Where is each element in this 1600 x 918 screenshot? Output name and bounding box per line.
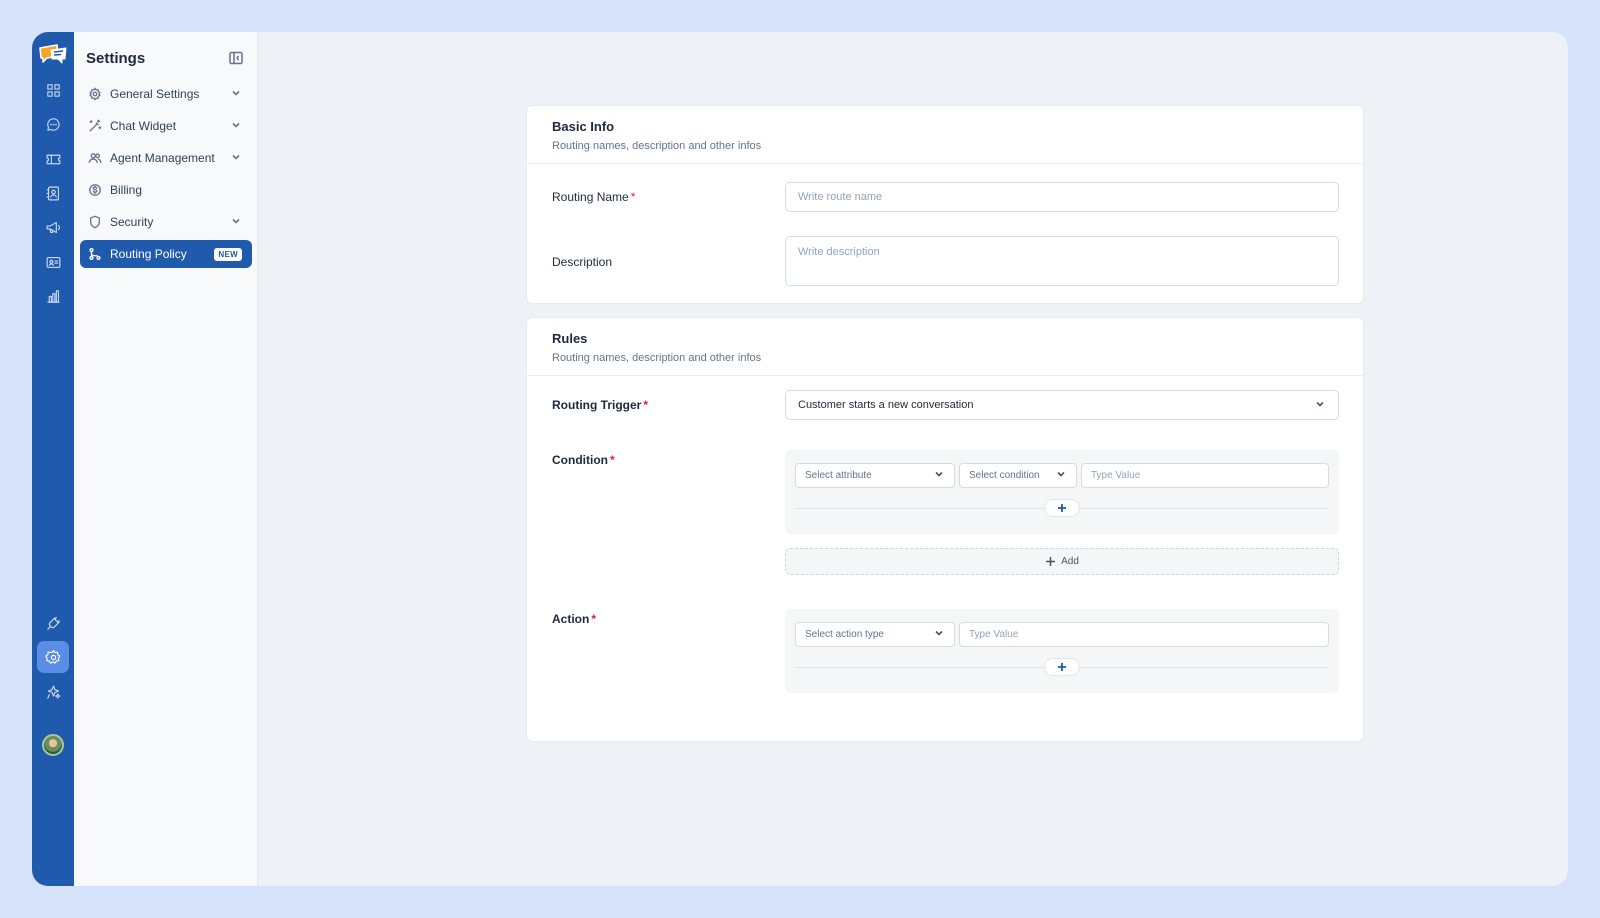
sidebar-item-label: General Settings [110,87,200,101]
select-value: Customer starts a new conversation [798,399,974,411]
label-text: Action [552,612,590,626]
dollar-icon [88,183,102,197]
sidebar-item-label: Routing Policy [110,247,187,261]
sidebar-item-label: Billing [110,183,143,197]
chevron-down-icon [1055,468,1067,483]
ticket-icon[interactable] [37,143,69,175]
sidebar-item-general-settings[interactable]: General Settings [80,80,252,108]
routing-trigger-select[interactable]: Customer starts a new conversation [785,390,1339,420]
card-title: Rules [552,331,588,346]
select-condition[interactable]: Select condition [959,463,1077,488]
avatar[interactable] [42,734,64,756]
basic-info-header: Basic Info Routing names, description an… [527,106,1363,164]
sidebar-item-agent-management[interactable]: Agent Management [80,144,252,172]
rules-card: Rules Routing names, description and oth… [526,317,1364,742]
card-subtitle: Routing names, description and other inf… [552,352,762,364]
dashboard-icon[interactable] [37,74,69,106]
logo-icon[interactable] [37,42,69,66]
routing-trigger-label: Routing Trigger * [552,398,648,412]
routing-name-input[interactable] [785,182,1339,212]
sidebar-item-chat-widget[interactable]: Chat Widget [80,112,252,140]
plus-icon [1058,504,1066,512]
chevron-down-icon [230,151,242,166]
inbox-icon[interactable] [37,246,69,278]
routing-name-label: Routing Name * [552,190,635,204]
chevron-down-icon [1314,398,1326,413]
required-marker: * [643,398,648,412]
sidebar-title: Settings [86,50,146,67]
sidebar-item-label: Security [110,215,154,229]
label-text: Routing Trigger [552,398,642,412]
sparkle-icon[interactable] [37,676,69,708]
route-icon [88,247,102,261]
condition-value-input[interactable] [1081,463,1329,488]
users-icon [88,151,102,165]
chevron-down-icon [230,87,242,102]
sidebar-item-label: Chat Widget [110,119,177,133]
app-window: Settings General Settings Chat Widget Ag… [32,32,1568,886]
chevron-down-icon [933,627,945,642]
action-group: Select action type [785,609,1339,693]
condition-label: Condition * [552,453,615,467]
description-label: Description [552,255,613,269]
label-text: Routing Name [552,190,629,204]
condition-group: Select attribute Select condition [785,450,1339,534]
add-condition-row-button[interactable] [1044,499,1080,517]
chevron-down-icon [230,215,242,230]
analytics-icon[interactable] [37,280,69,312]
basic-info-card: Basic Info Routing names, description an… [526,105,1364,304]
sidebar-item-security[interactable]: Security [80,208,252,236]
action-label: Action * [552,612,596,626]
new-badge: NEW [214,247,242,261]
select-placeholder: Select action type [805,629,884,640]
plus-icon [1046,557,1056,566]
action-value-input[interactable] [959,622,1329,647]
chevron-down-icon [230,119,242,134]
sidebar-item-billing[interactable]: Billing [80,176,252,204]
required-marker: * [609,453,615,467]
select-action-type[interactable]: Select action type [795,622,955,647]
settings-icon[interactable] [37,641,69,673]
icon-rail [32,32,74,886]
card-title: Basic Info [552,119,615,134]
rules-header: Rules Routing names, description and oth… [527,318,1363,376]
settings-nav: General Settings Chat Widget Agent Manag… [80,80,252,272]
collapse-sidebar-icon[interactable] [228,50,244,66]
chat-icon[interactable] [37,108,69,140]
select-placeholder: Select condition [969,470,1040,481]
gear-icon [88,87,102,101]
required-marker: * [591,612,597,626]
add-action-row-button[interactable] [1044,658,1080,676]
label-text: Condition [552,453,608,467]
add-label: Add [1061,556,1079,567]
description-textarea[interactable] [785,236,1339,286]
settings-sidebar: Settings General Settings Chat Widget Ag… [74,32,258,886]
chevron-down-icon [933,468,945,483]
plus-icon [1058,663,1066,671]
add-condition-group-button[interactable]: Add [785,548,1339,575]
required-marker: * [630,190,636,204]
contacts-icon[interactable] [37,177,69,209]
magic-wand-icon [88,119,102,133]
select-attribute[interactable]: Select attribute [795,463,955,488]
megaphone-icon[interactable] [37,211,69,243]
sidebar-item-label: Agent Management [110,151,215,165]
select-placeholder: Select attribute [805,470,872,481]
sidebar-item-routing-policy[interactable]: Routing Policy NEW [80,240,252,268]
shield-icon [88,215,102,229]
card-subtitle: Routing names, description and other inf… [552,140,762,152]
plug-icon[interactable] [37,607,69,639]
